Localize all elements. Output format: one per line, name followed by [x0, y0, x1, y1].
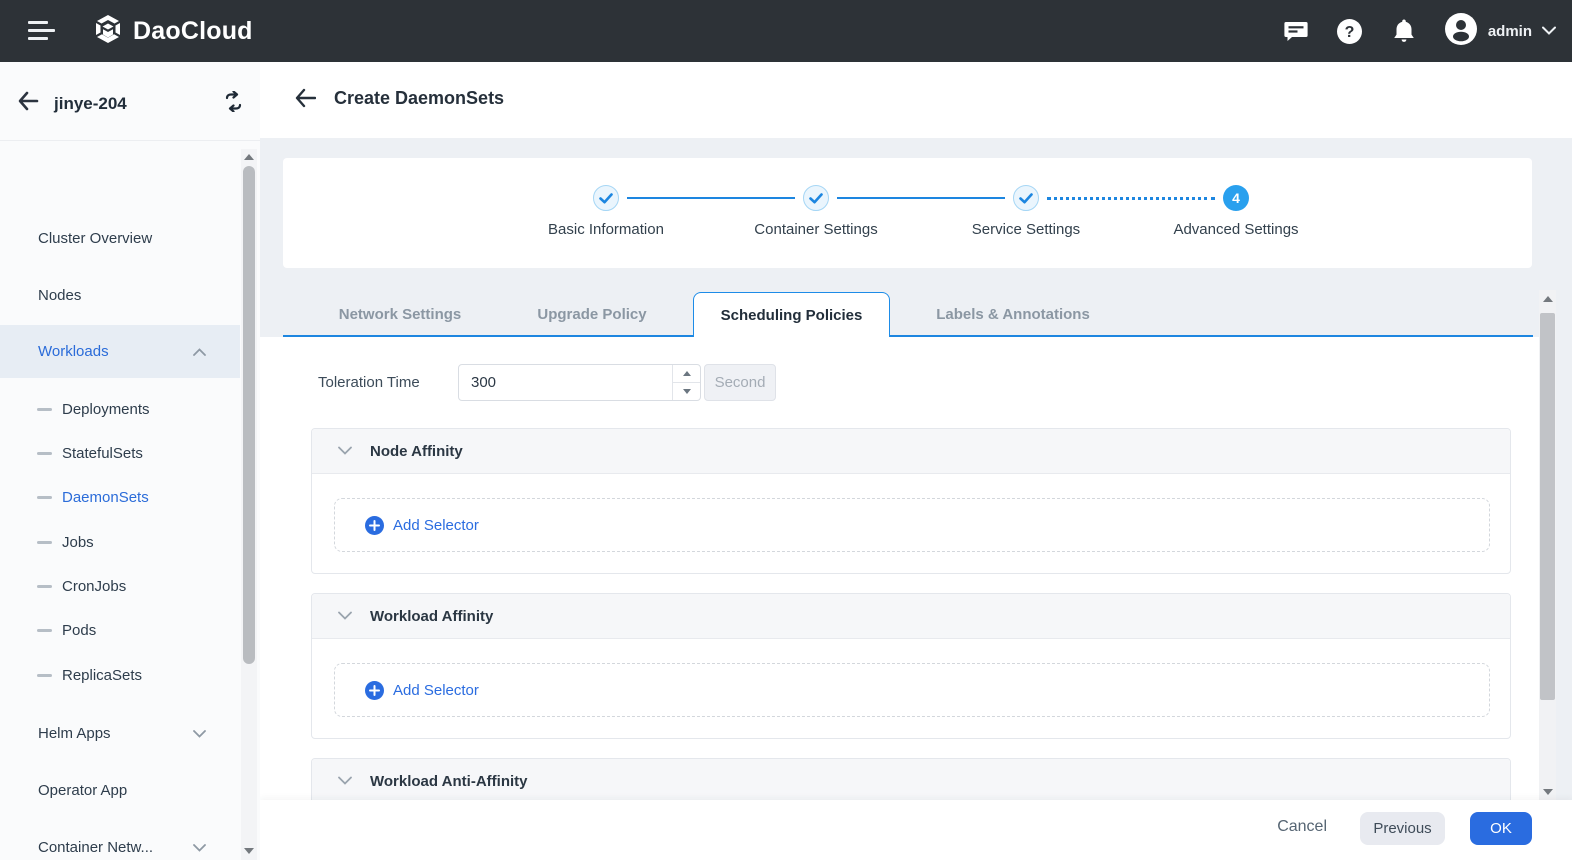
- toleration-unit-addon: Second: [704, 364, 776, 401]
- page-back-icon[interactable]: [294, 88, 316, 113]
- step-connector: [627, 197, 795, 199]
- step-connector-dotted: [1047, 197, 1215, 200]
- chevron-down-icon: [338, 607, 352, 625]
- sidebar-scroll-up-icon[interactable]: [241, 149, 257, 165]
- sidebar-item-pods[interactable]: Pods: [0, 610, 240, 650]
- chevron-down-icon[interactable]: [1542, 22, 1556, 40]
- plus-icon: [365, 516, 384, 535]
- spinner-up-icon[interactable]: [673, 365, 700, 382]
- sidebar-item-cluster-overview[interactable]: Cluster Overview: [0, 218, 240, 258]
- tab-underline: [283, 335, 1533, 337]
- section-title: Node Affinity: [370, 443, 463, 460]
- previous-button[interactable]: Previous: [1360, 812, 1445, 845]
- workload-affinity-section: Workload Affinity Add Selector: [311, 593, 1511, 739]
- step-3-label: Service Settings: [916, 221, 1136, 238]
- section-title: Workload Affinity: [370, 608, 493, 625]
- sidebar-item-operator-app[interactable]: Operator App: [0, 770, 240, 810]
- workload-affinity-header[interactable]: Workload Affinity: [312, 594, 1510, 639]
- svg-text:?: ?: [1345, 24, 1355, 41]
- spinner-down-icon[interactable]: [673, 382, 700, 400]
- content-scrollbar-thumb[interactable]: [1540, 313, 1555, 700]
- sidebar-item-nodes[interactable]: Nodes: [0, 275, 240, 315]
- step-2-label: Container Settings: [706, 221, 926, 238]
- step-1-label: Basic Information: [496, 221, 716, 238]
- avatar: [1444, 12, 1478, 51]
- node-affinity-section: Node Affinity Add Selector: [311, 428, 1511, 574]
- step-1-done-check-icon: [593, 185, 619, 211]
- brand-name: DaoCloud: [133, 17, 253, 46]
- tab-upgrade-policy[interactable]: Upgrade Policy: [497, 306, 687, 323]
- dash-icon: [37, 408, 52, 411]
- section-title: Workload Anti-Affinity: [370, 773, 528, 790]
- step-4-label: Advanced Settings: [1126, 221, 1346, 238]
- topbar: DaoCloud ? admin: [0, 0, 1572, 62]
- stepper: 4 Basic Information Container Settings S…: [283, 158, 1532, 268]
- number-spinner: [672, 365, 700, 400]
- dash-icon: [37, 452, 52, 455]
- dash-icon: [37, 496, 52, 499]
- chevron-down-icon: [193, 839, 206, 856]
- chevron-down-icon: [338, 442, 352, 460]
- dash-icon: [37, 541, 52, 544]
- sidebar-item-deployments[interactable]: Deployments: [0, 389, 240, 429]
- page-title: Create DaemonSets: [334, 88, 504, 109]
- node-affinity-header[interactable]: Node Affinity: [312, 429, 1510, 474]
- user-menu[interactable]: admin: [1444, 12, 1556, 51]
- toleration-time-label: Toleration Time: [318, 374, 420, 391]
- back-to-clusters-icon[interactable]: [17, 91, 39, 116]
- workload-anti-affinity-header[interactable]: Workload Anti-Affinity: [312, 759, 1510, 804]
- content-scroll-up-icon[interactable]: [1539, 290, 1556, 307]
- sidebar-scroll-down-icon[interactable]: [241, 843, 257, 859]
- chevron-down-icon: [338, 772, 352, 790]
- ok-button[interactable]: OK: [1470, 812, 1532, 845]
- sidebar: jinye-204 Cluster Overview Nodes Workloa…: [0, 62, 260, 860]
- tab-labels-annotations[interactable]: Labels & Annotations: [918, 306, 1108, 323]
- daocloud-logo-icon: [92, 13, 124, 50]
- brand[interactable]: DaoCloud: [92, 13, 253, 50]
- page-header: Create DaemonSets: [260, 62, 1572, 138]
- sidebar-item-daemonsets[interactable]: DaemonSets: [0, 477, 240, 517]
- chevron-down-icon: [193, 725, 206, 742]
- sidebar-item-replicasets[interactable]: ReplicaSets: [0, 655, 240, 695]
- dash-icon: [37, 674, 52, 677]
- add-selector-button[interactable]: Add Selector: [334, 663, 1490, 717]
- add-selector-button[interactable]: Add Selector: [334, 498, 1490, 552]
- cancel-button[interactable]: Cancel: [1277, 818, 1327, 836]
- chevron-up-icon: [193, 343, 206, 360]
- tab-network-settings[interactable]: Network Settings: [305, 306, 495, 323]
- help-icon[interactable]: ?: [1336, 17, 1364, 45]
- content-scroll-down-icon[interactable]: [1539, 783, 1556, 800]
- sidebar-item-workloads[interactable]: Workloads: [0, 325, 240, 378]
- dash-icon: [37, 629, 52, 632]
- step-connector: [837, 197, 1005, 199]
- sidebar-item-cronjobs[interactable]: CronJobs: [0, 566, 240, 606]
- dash-icon: [37, 585, 52, 588]
- app-root: DaoCloud ? admin: [0, 0, 1572, 860]
- switch-cluster-icon[interactable]: [222, 91, 245, 117]
- sidebar-scrollbar-thumb[interactable]: [243, 166, 255, 664]
- notification-bell-icon[interactable]: [1390, 17, 1418, 45]
- sidebar-item-statefulsets[interactable]: StatefulSets: [0, 433, 240, 473]
- username: admin: [1488, 23, 1532, 40]
- sidebar-header: jinye-204: [0, 62, 260, 141]
- menu-toggle-icon[interactable]: [28, 21, 56, 41]
- wizard-footer: Cancel Previous OK: [260, 800, 1572, 860]
- sidebar-item-jobs[interactable]: Jobs: [0, 522, 240, 562]
- sidebar-item-helm-apps[interactable]: Helm Apps: [0, 713, 240, 753]
- plus-icon: [365, 681, 384, 700]
- toleration-time-input[interactable]: [458, 364, 701, 401]
- tab-scheduling-policies[interactable]: Scheduling Policies: [693, 292, 890, 337]
- step-2-done-check-icon: [803, 185, 829, 211]
- step-3-done-check-icon: [1013, 185, 1039, 211]
- message-icon[interactable]: [1282, 17, 1310, 45]
- sidebar-item-container-network[interactable]: Container Netw...: [0, 827, 240, 860]
- cluster-name: jinye-204: [54, 94, 127, 114]
- step-4-current-badge: 4: [1223, 185, 1249, 211]
